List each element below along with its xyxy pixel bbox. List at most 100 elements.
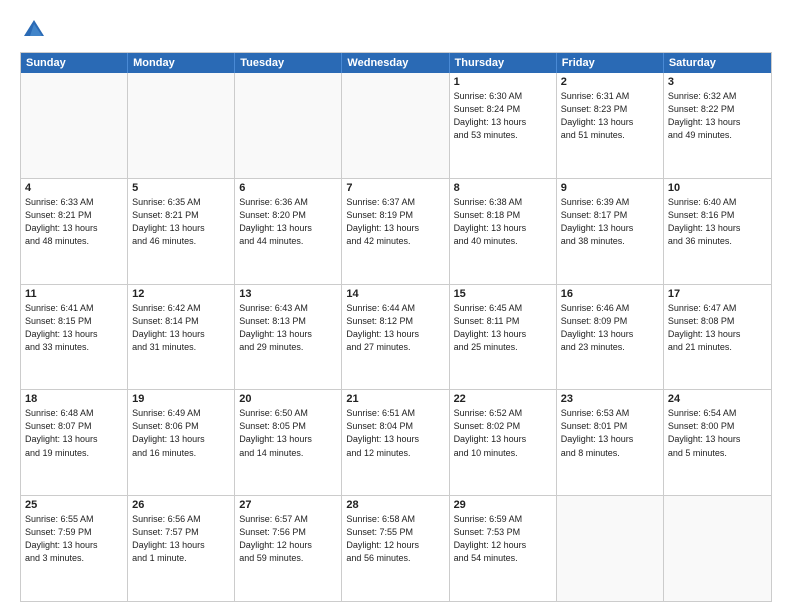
day-number: 19 (132, 393, 230, 405)
day-number: 14 (346, 288, 444, 300)
day-number: 20 (239, 393, 337, 405)
calendar-cell: 8 Sunrise: 6:38 AM Sunset: 8:18 PM Daylig… (450, 179, 557, 284)
calendar-cell: 5 Sunrise: 6:35 AM Sunset: 8:21 PM Daylig… (128, 179, 235, 284)
day-info: Sunrise: 6:32 AM Sunset: 8:22 PM Dayligh… (668, 90, 767, 142)
day-number: 11 (25, 288, 123, 300)
day-info: Sunrise: 6:52 AM Sunset: 8:02 PM Dayligh… (454, 407, 552, 459)
calendar-cell: 21 Sunrise: 6:51 AM Sunset: 8:04 PM Dayli… (342, 390, 449, 495)
day-info: Sunrise: 6:42 AM Sunset: 8:14 PM Dayligh… (132, 302, 230, 354)
day-info: Sunrise: 6:43 AM Sunset: 8:13 PM Dayligh… (239, 302, 337, 354)
day-info: Sunrise: 6:58 AM Sunset: 7:55 PM Dayligh… (346, 513, 444, 565)
calendar-cell: 26Sunrise: 6:56 AM Sunset: 7:57 PM Dayli… (128, 496, 235, 601)
day-info: Sunrise: 6:48 AM Sunset: 8:07 PM Dayligh… (25, 407, 123, 459)
day-info: Sunrise: 6:49 AM Sunset: 8:06 PM Dayligh… (132, 407, 230, 459)
calendar-cell: 15 Sunrise: 6:45 AM Sunset: 8:11 PM Dayli… (450, 285, 557, 390)
calendar-cell: 7 Sunrise: 6:37 AM Sunset: 8:19 PM Daylig… (342, 179, 449, 284)
day-info: Sunrise: 6:36 AM Sunset: 8:20 PM Dayligh… (239, 196, 337, 248)
day-number: 18 (25, 393, 123, 405)
day-number: 23 (561, 393, 659, 405)
calendar-week: 18 Sunrise: 6:48 AM Sunset: 8:07 PM Dayli… (21, 390, 771, 496)
calendar-cell: 10 Sunrise: 6:40 AM Sunset: 8:16 PM Dayli… (664, 179, 771, 284)
day-number: 4 (25, 182, 123, 194)
calendar-cell: 22 Sunrise: 6:52 AM Sunset: 8:02 PM Dayli… (450, 390, 557, 495)
day-number: 25 (25, 499, 123, 511)
day-number: 6 (239, 182, 337, 194)
calendar-cell: 6 Sunrise: 6:36 AM Sunset: 8:20 PM Daylig… (235, 179, 342, 284)
day-number: 28 (346, 499, 444, 511)
calendar-cell: 16 Sunrise: 6:46 AM Sunset: 8:09 PM Dayli… (557, 285, 664, 390)
day-info: Sunrise: 6:35 AM Sunset: 8:21 PM Dayligh… (132, 196, 230, 248)
calendar-week: 11 Sunrise: 6:41 AM Sunset: 8:15 PM Dayli… (21, 285, 771, 391)
day-info: Sunrise: 6:50 AM Sunset: 8:05 PM Dayligh… (239, 407, 337, 459)
calendar-header-cell: Monday (128, 53, 235, 73)
calendar-cell: 24Sunrise: 6:54 AM Sunset: 8:00 PM Dayli… (664, 390, 771, 495)
calendar-cell: 2Sunrise: 6:31 AM Sunset: 8:23 PM Daylig… (557, 73, 664, 178)
calendar-cell: 23 Sunrise: 6:53 AM Sunset: 8:01 PM Dayli… (557, 390, 664, 495)
logo-icon (20, 16, 48, 44)
calendar-cell: 3 Sunrise: 6:32 AM Sunset: 8:22 PM Daylig… (664, 73, 771, 178)
day-number: 12 (132, 288, 230, 300)
day-info: Sunrise: 6:40 AM Sunset: 8:16 PM Dayligh… (668, 196, 767, 248)
day-number: 5 (132, 182, 230, 194)
day-number: 1 (454, 76, 552, 88)
day-info: Sunrise: 6:37 AM Sunset: 8:19 PM Dayligh… (346, 196, 444, 248)
calendar-cell: 9 Sunrise: 6:39 AM Sunset: 8:17 PM Daylig… (557, 179, 664, 284)
calendar: SundayMondayTuesdayWednesdayThursdayFrid… (20, 52, 772, 602)
calendar-cell (342, 73, 449, 178)
calendar-header-cell: Thursday (450, 53, 557, 73)
day-info: Sunrise: 6:30 AM Sunset: 8:24 PM Dayligh… (454, 90, 552, 142)
header (20, 16, 772, 44)
day-number: 3 (668, 76, 767, 88)
day-number: 22 (454, 393, 552, 405)
calendar-cell: 28 Sunrise: 6:58 AM Sunset: 7:55 PM Dayli… (342, 496, 449, 601)
calendar-cell (664, 496, 771, 601)
day-info: Sunrise: 6:53 AM Sunset: 8:01 PM Dayligh… (561, 407, 659, 459)
calendar-body: 1 Sunrise: 6:30 AM Sunset: 8:24 PM Daylig… (21, 73, 771, 601)
day-info: Sunrise: 6:31 AM Sunset: 8:23 PM Dayligh… (561, 90, 659, 142)
page: SundayMondayTuesdayWednesdayThursdayFrid… (0, 0, 792, 612)
day-info: Sunrise: 6:38 AM Sunset: 8:18 PM Dayligh… (454, 196, 552, 248)
day-info: Sunrise: 6:44 AM Sunset: 8:12 PM Dayligh… (346, 302, 444, 354)
day-info: Sunrise: 6:39 AM Sunset: 8:17 PM Dayligh… (561, 196, 659, 248)
calendar-header-cell: Sunday (21, 53, 128, 73)
calendar-cell: 25Sunrise: 6:55 AM Sunset: 7:59 PM Dayli… (21, 496, 128, 601)
calendar-cell: 20 Sunrise: 6:50 AM Sunset: 8:05 PM Dayli… (235, 390, 342, 495)
calendar-week: 1 Sunrise: 6:30 AM Sunset: 8:24 PM Daylig… (21, 73, 771, 179)
calendar-header-cell: Wednesday (342, 53, 449, 73)
day-number: 9 (561, 182, 659, 194)
day-info: Sunrise: 6:54 AM Sunset: 8:00 PM Dayligh… (668, 407, 767, 459)
calendar-cell (557, 496, 664, 601)
calendar-cell (128, 73, 235, 178)
calendar-cell (21, 73, 128, 178)
day-info: Sunrise: 6:57 AM Sunset: 7:56 PM Dayligh… (239, 513, 337, 565)
calendar-cell (235, 73, 342, 178)
logo (20, 16, 52, 44)
calendar-cell: 29Sunrise: 6:59 AM Sunset: 7:53 PM Dayli… (450, 496, 557, 601)
day-number: 16 (561, 288, 659, 300)
calendar-cell: 12 Sunrise: 6:42 AM Sunset: 8:14 PM Dayli… (128, 285, 235, 390)
calendar-cell: 27 Sunrise: 6:57 AM Sunset: 7:56 PM Dayli… (235, 496, 342, 601)
calendar-cell: 1 Sunrise: 6:30 AM Sunset: 8:24 PM Daylig… (450, 73, 557, 178)
calendar-cell: 14 Sunrise: 6:44 AM Sunset: 8:12 PM Dayli… (342, 285, 449, 390)
calendar-cell: 11 Sunrise: 6:41 AM Sunset: 8:15 PM Dayli… (21, 285, 128, 390)
day-info: Sunrise: 6:33 AM Sunset: 8:21 PM Dayligh… (25, 196, 123, 248)
calendar-header-cell: Saturday (664, 53, 771, 73)
day-number: 10 (668, 182, 767, 194)
calendar-cell: 19 Sunrise: 6:49 AM Sunset: 8:06 PM Dayli… (128, 390, 235, 495)
calendar-cell: 13Sunrise: 6:43 AM Sunset: 8:13 PM Dayli… (235, 285, 342, 390)
day-info: Sunrise: 6:51 AM Sunset: 8:04 PM Dayligh… (346, 407, 444, 459)
day-number: 21 (346, 393, 444, 405)
day-number: 7 (346, 182, 444, 194)
day-info: Sunrise: 6:46 AM Sunset: 8:09 PM Dayligh… (561, 302, 659, 354)
day-number: 17 (668, 288, 767, 300)
calendar-header: SundayMondayTuesdayWednesdayThursdayFrid… (21, 53, 771, 73)
day-info: Sunrise: 6:41 AM Sunset: 8:15 PM Dayligh… (25, 302, 123, 354)
day-info: Sunrise: 6:45 AM Sunset: 8:11 PM Dayligh… (454, 302, 552, 354)
day-number: 8 (454, 182, 552, 194)
calendar-cell: 18 Sunrise: 6:48 AM Sunset: 8:07 PM Dayli… (21, 390, 128, 495)
day-info: Sunrise: 6:56 AM Sunset: 7:57 PM Dayligh… (132, 513, 230, 565)
day-number: 27 (239, 499, 337, 511)
day-info: Sunrise: 6:47 AM Sunset: 8:08 PM Dayligh… (668, 302, 767, 354)
calendar-week: 4 Sunrise: 6:33 AM Sunset: 8:21 PM Daylig… (21, 179, 771, 285)
day-number: 15 (454, 288, 552, 300)
